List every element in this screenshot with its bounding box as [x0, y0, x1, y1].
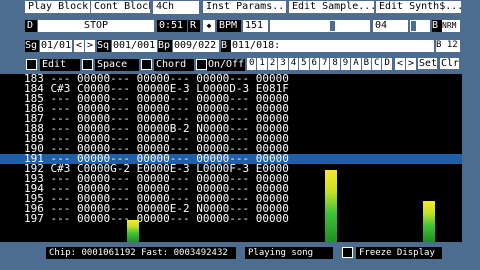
channel-toggle-1[interactable]: 1	[257, 58, 268, 70]
edit-checkbox[interactable]	[26, 59, 37, 70]
channel-toggle-2[interactable]: 2	[267, 58, 279, 70]
d-label: D	[25, 20, 37, 32]
channel-toggle-strip: 0 1 2 3 4 5 6 7 8 9 A B C D	[247, 58, 393, 70]
chord-label: Chord	[154, 59, 194, 71]
pattern-row[interactable]: 197 --- 00000--- 00000--- 00000--- 00000	[24, 212, 289, 225]
channel-toggle-4[interactable]: 4	[288, 58, 300, 70]
channel-prev-button[interactable]: <	[395, 58, 405, 70]
tempo-slider[interactable]	[270, 20, 370, 32]
pattern-editor[interactable]: 183 --- 00000--- 00000--- 00000--- 00000…	[0, 74, 462, 242]
song-label: Sg	[25, 40, 39, 52]
channel-toggle-8[interactable]: 8	[330, 58, 341, 70]
cont-block-button[interactable]: Cont Block	[91, 1, 151, 14]
bpm-arrow-button[interactable]: ◆	[203, 20, 215, 32]
nrm-button[interactable]: NRM	[442, 20, 460, 32]
channels-selector[interactable]: 4Ch	[153, 1, 199, 14]
channel-toggle-a[interactable]: A	[351, 58, 362, 70]
block-position-label: Bp	[158, 40, 172, 52]
freeze-display-label: Freeze Display	[356, 247, 442, 259]
channel-next-button[interactable]: >	[406, 58, 416, 70]
secondary-tempo-field[interactable]: 04	[373, 20, 408, 32]
b-label: B	[432, 20, 442, 32]
block-select-button[interactable]: B 12	[436, 40, 460, 52]
edit-sample-button[interactable]: Edit Sample...	[289, 1, 375, 14]
space-checkbox[interactable]	[82, 59, 93, 70]
song-prev-button[interactable]: <	[74, 40, 84, 52]
transport-status: STOP	[38, 20, 154, 32]
onoff-checkbox[interactable]	[196, 59, 207, 70]
vu-meter-channel-3	[325, 170, 337, 242]
block-label: B	[221, 40, 231, 52]
vu-meter-channel-1	[127, 220, 139, 242]
edit-synth-button[interactable]: Edit Synth$...	[376, 1, 462, 14]
channel-toggle-9[interactable]: 9	[340, 58, 352, 70]
song-next-button[interactable]: >	[85, 40, 95, 52]
play-block-button[interactable]: Play Block	[25, 1, 91, 14]
channel-toggle-6[interactable]: 6	[309, 58, 320, 70]
inst-params-button[interactable]: Inst Params...	[203, 1, 287, 14]
r-label: R	[188, 20, 200, 32]
secondary-tempo-knob[interactable]	[411, 21, 416, 31]
space-label: Space	[95, 59, 139, 71]
set-button[interactable]: Set	[418, 58, 438, 70]
status-message: Playing song	[245, 247, 333, 259]
vu-meter-channel-4	[423, 201, 435, 242]
channel-toggle-b[interactable]: B	[361, 58, 373, 70]
channel-toggle-3[interactable]: 3	[278, 58, 289, 70]
bpm-label: BPM	[217, 20, 241, 32]
channel-toggle-5[interactable]: 5	[299, 58, 310, 70]
row-number: 197	[24, 212, 44, 225]
secondary-tempo-slider[interactable]	[410, 20, 430, 32]
edit-label: Edit	[40, 59, 80, 71]
block-number-field[interactable]: 011/018:	[231, 40, 434, 52]
freeze-display-checkbox[interactable]	[342, 247, 353, 258]
row-notes: --- 00000--- 00000--- 00000--- 00000	[50, 212, 289, 225]
channel-toggle-c[interactable]: C	[372, 58, 383, 70]
channel-toggle-7[interactable]: 7	[319, 58, 331, 70]
onoff-label: On/Off	[207, 59, 245, 71]
tempo-slider-knob[interactable]	[330, 21, 335, 31]
chord-checkbox[interactable]	[141, 59, 152, 70]
sequence-label: Sq	[97, 40, 111, 52]
channel-toggle-d[interactable]: D	[382, 58, 393, 70]
sequence-position-field[interactable]: 001/001	[112, 40, 157, 52]
song-position-field[interactable]: 01/01	[40, 40, 72, 52]
memory-display: Chip: 0001061192 Fast: 0003492432	[46, 247, 236, 259]
bpm-value-field[interactable]: 151	[243, 20, 268, 32]
block-position-field[interactable]: 009/022	[173, 40, 219, 52]
play-time: 0:51	[157, 20, 187, 32]
clr-button[interactable]: Clr	[440, 58, 460, 70]
channel-toggle-0[interactable]: 0	[247, 58, 258, 70]
